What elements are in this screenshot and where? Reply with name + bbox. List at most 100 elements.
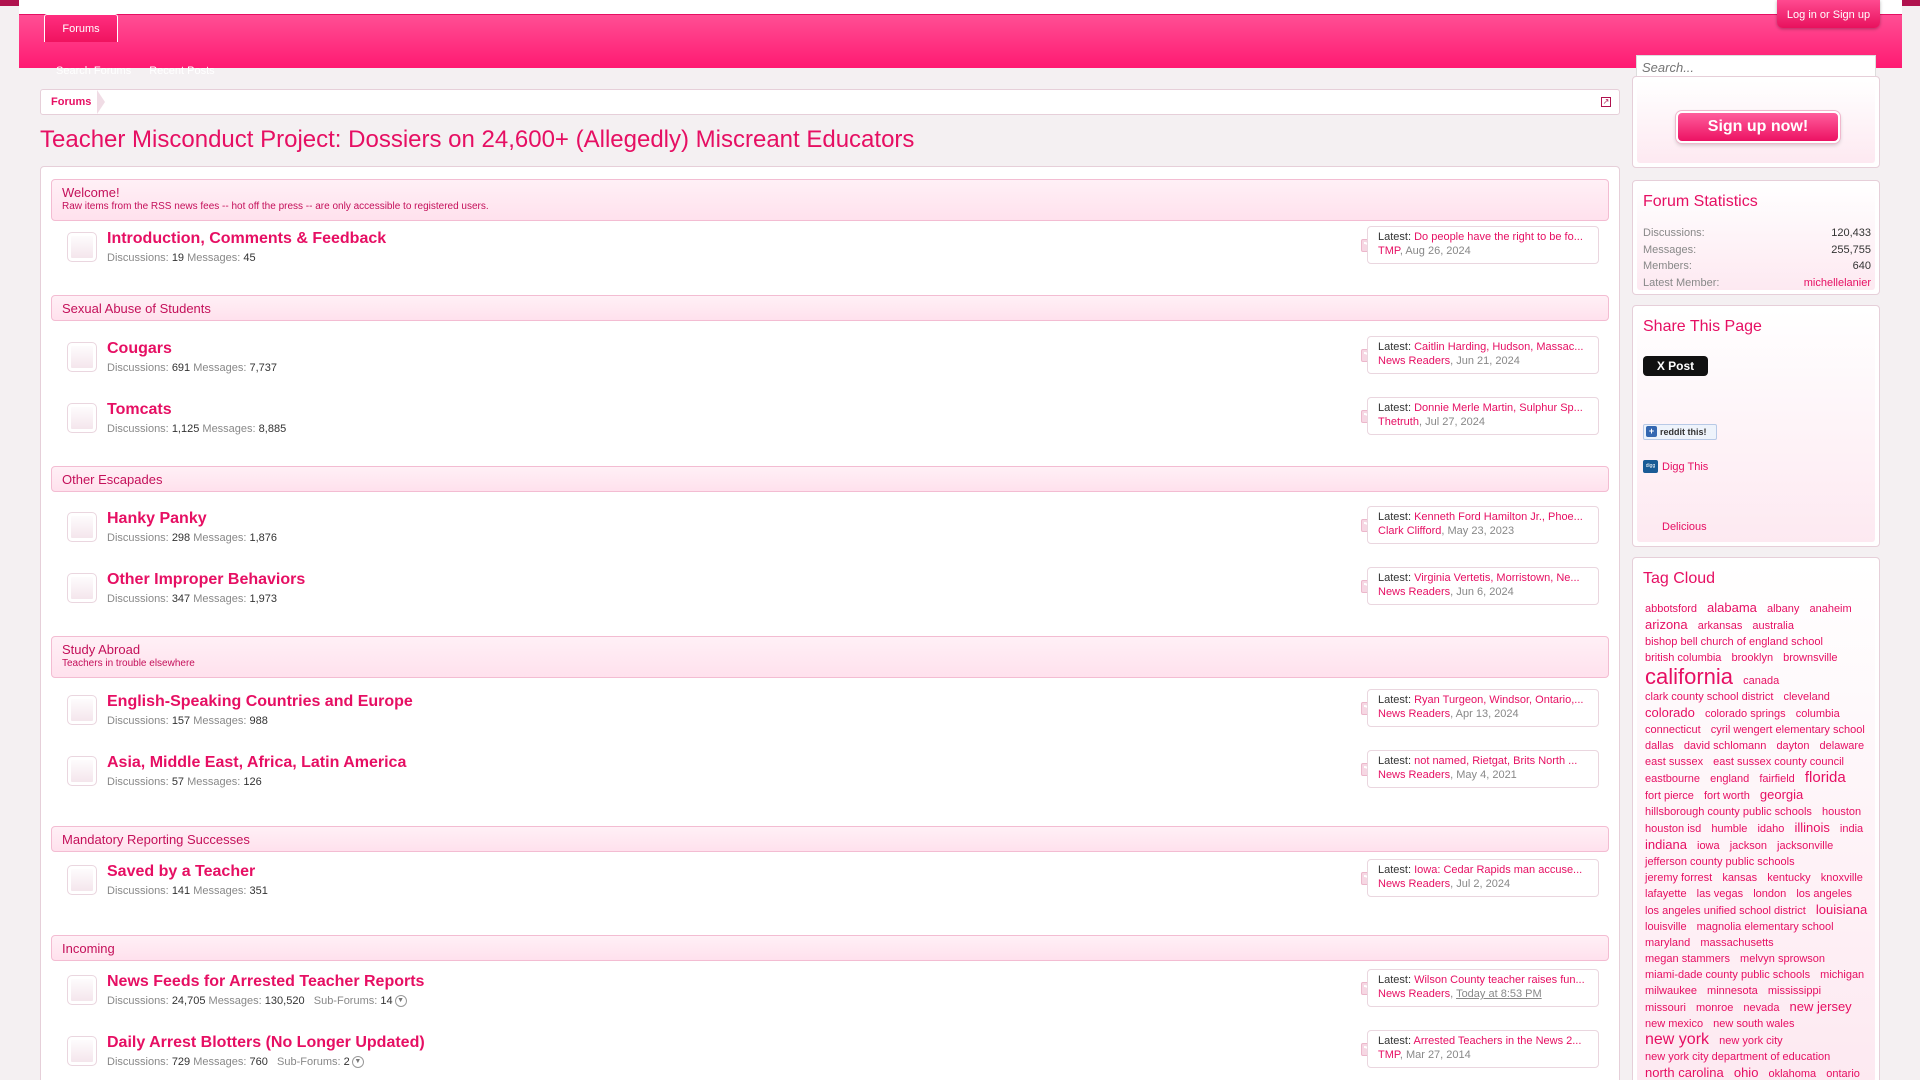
latest-thread-link[interactable]: Do people have the right to be fo... [1414,231,1583,243]
latest-thread-link[interactable]: Virginia Vertetis, Morristown, Ne... [1414,572,1579,584]
tag-link[interactable]: missouri [1645,1000,1686,1016]
forum-read-icon[interactable] [67,403,97,433]
latest-thread-link[interactable]: not named, Rietgat, Brits North ... [1414,755,1577,767]
latest-thread-link[interactable]: Arrested Teachers in the News 2... [1413,1035,1581,1047]
tag-link[interactable]: arizona [1645,617,1688,633]
latest-thread-link[interactable]: Donnie Merle Martin, Sulphur Sp... [1414,402,1583,414]
login-signup-button[interactable]: Log in or Sign up [1777,0,1880,28]
tag-link[interactable]: dallas [1645,738,1674,754]
tag-link[interactable]: england [1710,771,1749,787]
tag-link[interactable]: delaware [1820,738,1865,754]
tag-link[interactable]: louisville [1645,919,1687,935]
tag-link[interactable]: east sussex county council [1713,754,1844,770]
chevron-down-icon[interactable]: ▼ [351,1056,364,1069]
tag-link[interactable]: north carolina [1645,1065,1724,1080]
forum-title-link[interactable]: News Feeds for Arrested Teacher Reports [107,973,424,991]
forum-read-icon[interactable] [67,1036,97,1066]
x-post-button[interactable]: X Post [1643,356,1708,376]
tag-link[interactable]: albany [1767,601,1799,617]
tag-link[interactable]: bishop bell church of england school [1645,634,1823,650]
tag-link[interactable]: jacksonville [1777,838,1833,854]
search-forums-link[interactable]: Search Forums [56,65,131,77]
breadcrumb-forums[interactable]: Forums [51,90,106,114]
tag-link[interactable]: fort worth [1704,788,1750,804]
forum-read-icon[interactable] [67,232,97,262]
tag-link[interactable]: massachusetts [1700,935,1773,951]
tag-link[interactable]: fairfield [1759,771,1794,787]
latest-thread-link[interactable]: Wilson County teacher raises fun... [1414,974,1585,986]
category-title[interactable]: Welcome! [62,185,1598,201]
latest-user-link[interactable]: TMP [1378,245,1400,257]
tag-link[interactable]: georgia [1760,787,1803,803]
signup-button[interactable]: Sign up now! [1676,111,1840,143]
tag-link[interactable]: houston isd [1645,821,1701,837]
tag-link[interactable]: monroe [1696,1000,1733,1016]
tag-link[interactable]: new york city department of education [1645,1049,1830,1065]
tag-link[interactable]: ontario [1826,1066,1860,1080]
latest-thread-link[interactable]: Iowa: Cedar Rapids man accuse... [1414,864,1582,876]
tag-link[interactable]: cleveland [1783,689,1829,705]
latest-user-link[interactable]: News Readers [1378,878,1450,890]
tag-link[interactable]: california [1645,666,1733,688]
tag-link[interactable]: alabama [1707,600,1757,616]
tag-link[interactable]: fort pierce [1645,788,1694,804]
tag-link[interactable]: magnolia elementary school [1697,919,1834,935]
tag-link[interactable]: connecticut [1645,722,1701,738]
tag-link[interactable]: clark county school district [1645,689,1773,705]
category-title[interactable]: Sexual Abuse of Students [62,301,1598,317]
tag-link[interactable]: los angeles [1796,886,1852,902]
tag-link[interactable]: houston [1822,804,1861,820]
latest-user-link[interactable]: News Readers [1378,355,1450,367]
tag-link[interactable]: melvyn sprowson [1740,951,1825,967]
category-header[interactable]: Incoming [51,935,1609,961]
chevron-down-icon[interactable]: ▼ [394,995,407,1008]
tag-link[interactable]: dayton [1776,738,1809,754]
tag-link[interactable]: iowa [1697,838,1720,854]
tag-link[interactable]: canada [1743,673,1779,689]
tag-link[interactable]: australia [1752,618,1794,634]
tag-link[interactable]: colorado [1645,705,1695,721]
recent-posts-link[interactable]: Recent Posts [149,65,214,77]
tag-link[interactable]: oklahoma [1768,1066,1816,1080]
forum-title-link[interactable]: Asia, Middle East, Africa, Latin America [107,754,406,772]
forum-title-link[interactable]: Daily Arrest Blotters (No Longer Updated… [107,1034,425,1052]
category-title[interactable]: Other Escapades [62,472,1598,488]
tag-link[interactable]: east sussex [1645,754,1703,770]
tag-link[interactable]: nevada [1743,1000,1779,1016]
forum-title-link[interactable]: Saved by a Teacher [107,863,255,881]
tag-link[interactable]: new south wales [1713,1016,1794,1032]
tag-link[interactable]: idaho [1757,821,1784,837]
tag-link[interactable]: louisiana [1816,902,1867,918]
forum-read-icon[interactable] [67,573,97,603]
category-header[interactable]: Welcome! Raw items from the RSS news fees… [51,179,1609,221]
forum-read-icon[interactable] [67,756,97,786]
category-title[interactable]: Incoming [62,941,1598,957]
tag-link[interactable]: las vegas [1697,886,1743,902]
latest-member-link[interactable]: michellelanier [1804,275,1871,291]
jump-to-icon[interactable]: ↗ [1601,97,1611,107]
tag-link[interactable]: florida [1805,770,1846,786]
latest-user-link[interactable]: News Readers [1378,708,1450,720]
forum-read-icon[interactable] [67,342,97,372]
tag-link[interactable]: kentucky [1767,870,1810,886]
category-header[interactable]: Sexual Abuse of Students [51,295,1609,321]
latest-thread-link[interactable]: Caitlin Harding, Hudson, Massac... [1414,341,1583,353]
tag-link[interactable]: los angeles unified school district [1645,903,1806,919]
latest-thread-link[interactable]: Kenneth Ford Hamilton Jr., Phoe... [1414,511,1583,523]
tag-link[interactable]: miami-dade county public schools [1645,967,1810,983]
tag-link[interactable]: minnesota [1707,983,1758,999]
tag-link[interactable]: brownsville [1783,650,1837,666]
tag-link[interactable]: new york [1645,1032,1709,1048]
category-title[interactable]: Study Abroad [62,642,1598,658]
tag-link[interactable]: hillsborough county public schools [1645,804,1812,820]
latest-user-link[interactable]: Clark Clifford [1378,525,1441,537]
latest-user-link[interactable]: TMP [1378,1049,1400,1061]
tag-link[interactable]: columbia [1796,706,1840,722]
tag-link[interactable]: london [1753,886,1786,902]
tag-link[interactable]: indiana [1645,837,1687,853]
tag-link[interactable]: megan stammers [1645,951,1730,967]
forum-read-icon[interactable] [67,975,97,1005]
tag-link[interactable]: cyril wengert elementary school [1711,722,1865,738]
tag-link[interactable]: jeremy forrest [1645,870,1712,886]
forum-title-link[interactable]: Cougars [107,340,172,358]
